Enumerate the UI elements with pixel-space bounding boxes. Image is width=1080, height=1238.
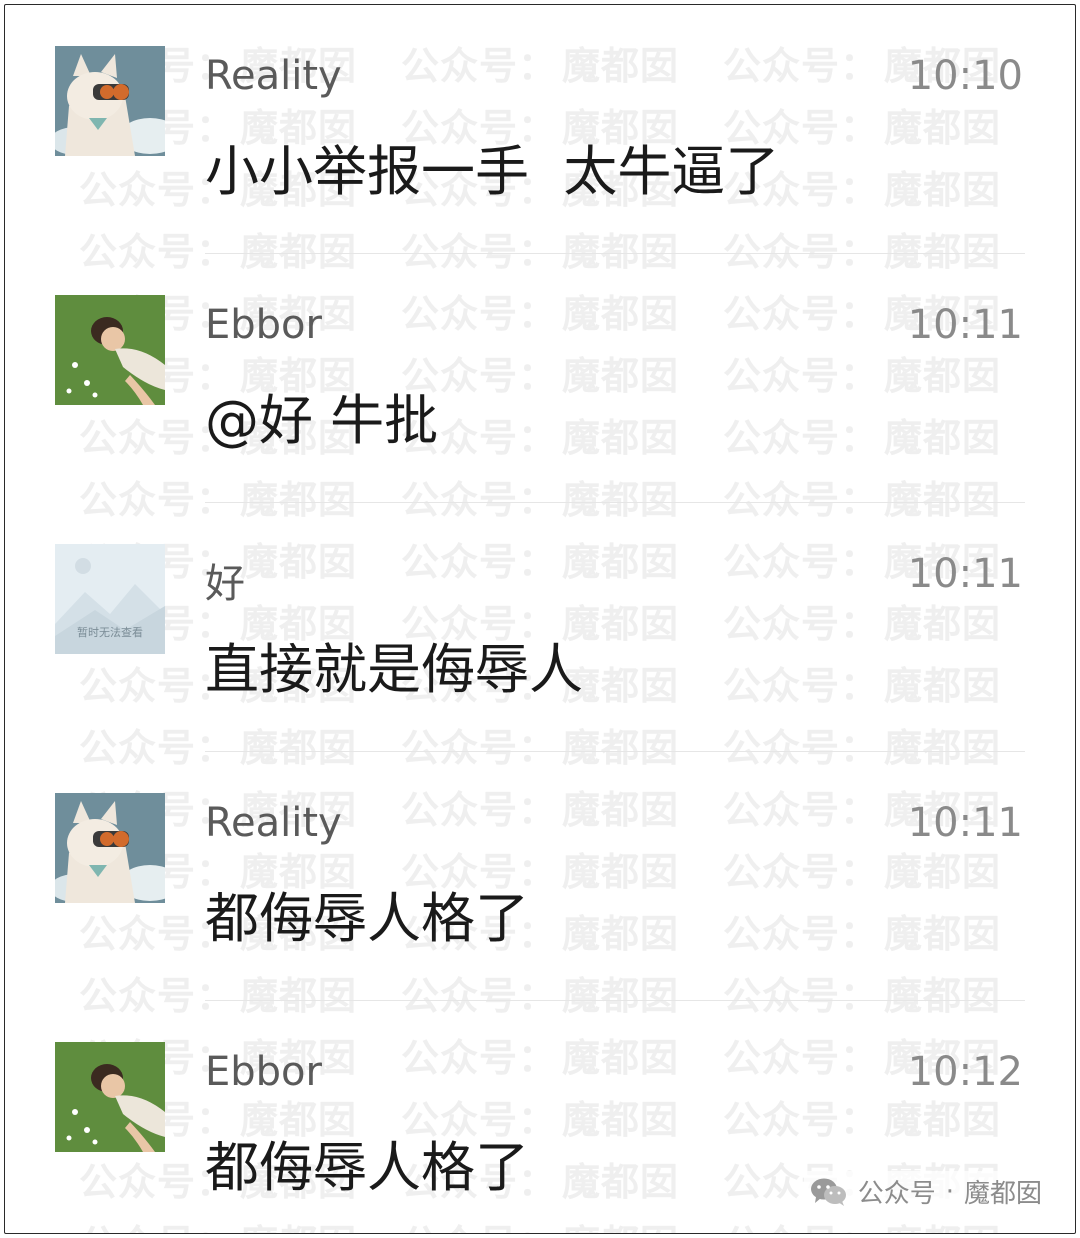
message-text: @好 牛批 [205,389,439,452]
message-item[interactable]: Ebbor 10:11 @好 牛批 [5,254,1075,503]
boy-grass-avatar[interactable] [55,1042,165,1152]
wechat-icon [810,1178,846,1206]
footer-label: 公众号 [857,1179,936,1209]
message-author: Reality [205,800,342,846]
message-time: 10:11 [907,551,1023,597]
message-item[interactable]: Reality 10:11 都侮辱人格了 [5,752,1075,1001]
message-time: 10:11 [907,302,1023,348]
message-author: Reality [205,53,342,99]
chat-frame: 公众号：魔都囡公众号：魔都囡公众号：魔都囡公众号：魔都囡公众号：魔都囡公众号：魔… [4,4,1076,1234]
message-text: 都侮辱人格了 [205,887,529,950]
footer-account: 魔都囡 [963,1179,1042,1209]
placeholder-avatar[interactable]: 暂时无法查看 [55,544,165,654]
message-time: 10:12 [907,1049,1023,1095]
avatar-caption: 暂时无法查看 [77,626,143,639]
cat-binoculars-avatar[interactable] [55,793,165,903]
boy-grass-avatar[interactable] [55,295,165,405]
message-text: 小小举报一手 太牛逼了 [205,140,780,203]
message-text: 都侮辱人格了 [205,1136,529,1199]
message-item[interactable]: Reality 10:10 小小举报一手 太牛逼了 [5,5,1075,254]
wechat-account-footer: 公众号 · 魔都囡 [803,1171,1048,1212]
message-item[interactable]: 暂时无法查看 好 10:11 直接就是侮辱人 [5,503,1075,752]
message-author: Ebbor [205,1049,322,1095]
message-author: 好 [205,561,245,607]
message-text: 直接就是侮辱人 [205,638,583,701]
cat-binoculars-avatar[interactable] [55,46,165,156]
message-time: 10:10 [907,53,1023,99]
footer-separator: · [945,1176,954,1207]
message-time: 10:11 [907,800,1023,846]
message-author: Ebbor [205,302,322,348]
